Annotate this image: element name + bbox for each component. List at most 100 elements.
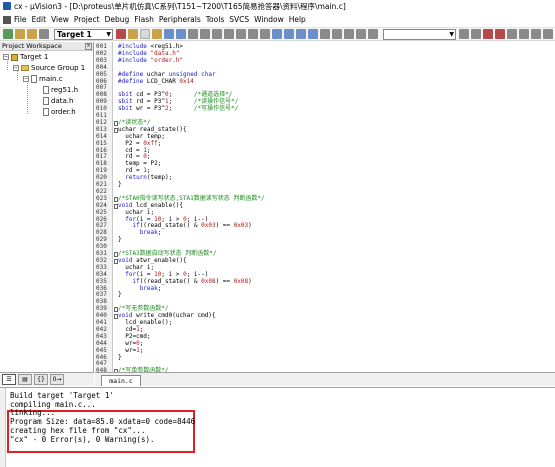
rebuild-icon[interactable] [27,29,37,39]
app-icon [3,2,11,10]
code-line[interactable]: 044 wr=0; [95,340,555,348]
next-bookmark-icon[interactable] [296,29,307,39]
close-icon[interactable]: × [85,42,92,50]
code-line[interactable]: 037} [95,291,555,299]
binoculars-icon[interactable] [459,29,469,39]
tree-item-label: data.h [51,97,74,105]
menu-debug[interactable]: Debug [105,15,130,24]
menu-peripherals[interactable]: Peripherals [159,15,201,24]
incremental-find-icon[interactable] [471,29,481,39]
functions-tab-icon[interactable]: {} [34,374,48,385]
code-line[interactable]: 014 uchar temp; [95,133,555,141]
tab-main-c[interactable]: main.c [101,375,141,386]
menu-tools[interactable]: Tools [206,15,224,24]
navigate-back-icon[interactable] [248,29,259,39]
code-line[interactable]: 011 [95,112,555,120]
tree-item-source-group[interactable]: − Source Group 1 [13,64,85,72]
menu-view[interactable]: View [51,15,69,24]
code-line[interactable]: 041 lcd_enable(); [95,319,555,327]
configure-icon[interactable] [543,29,553,39]
tree-item-label: Target 1 [20,53,49,61]
unindent-icon[interactable] [332,29,343,39]
code-editor[interactable]: 001 #include <reg51.h> 002 #include "data.h… [95,42,555,372]
comment-icon[interactable] [344,29,355,39]
tree-item-main-c[interactable]: − main.c [23,75,63,83]
code-line[interactable]: 015 P2 = 0xff; [95,140,555,148]
save-all-icon[interactable] [176,29,187,39]
tree-item-label: reg51.h [51,86,79,94]
menu-project[interactable]: Project [74,15,100,24]
menu-edit[interactable]: Edit [32,15,47,24]
menu-flash[interactable]: Flash [134,15,154,24]
books-tab-icon[interactable]: ▤ [18,374,32,385]
window-layout-icon[interactable] [531,29,541,39]
code-line[interactable]: 016 cd = 1; [95,147,555,155]
tree-item-label: Source Group 1 [31,64,86,72]
disable-breakpoint-icon[interactable] [507,29,517,39]
load-icon[interactable] [39,29,49,39]
cut-icon[interactable] [188,29,199,39]
code-line[interactable]: 035 if((read_state() & 0x08) == 0x08) [95,278,555,286]
target-select-value: Target 1 [57,29,92,39]
clear-bookmarks-icon[interactable] [308,29,319,39]
menu-file[interactable]: File [14,15,27,24]
code-line[interactable]: 020 return(temp); [95,174,555,182]
redo-icon[interactable] [236,29,247,39]
translate-icon[interactable] [3,29,13,39]
code-line[interactable]: 003 #include "order.h" [95,57,555,65]
code-line[interactable]: 010 sbit wr = P3^2; /*写操作信号*/ [95,105,555,113]
tree-item-reg51-h[interactable]: reg51.h [43,86,78,94]
target-options-icon[interactable] [116,29,127,39]
tree-item-label: main.c [39,75,63,83]
tree-item-label: order.h [51,108,76,116]
collapse-icon[interactable]: − [23,76,29,82]
find-input[interactable]: ▼ [383,28,456,40]
kill-breakpoints-icon[interactable] [519,29,529,39]
breakpoint-icon[interactable] [495,29,505,39]
document-icon[interactable] [3,15,11,24]
target-select[interactable]: Target 1 ▼ [54,28,114,40]
tree-item-order-h[interactable]: order.h [43,108,76,116]
collapse-icon[interactable]: − [13,65,19,71]
navigate-forward-icon[interactable] [260,29,271,39]
tree-item-data-h[interactable]: data.h [43,97,73,105]
code-line[interactable]: 017 rd = 0; [95,153,555,161]
code-line[interactable]: 006 #define LCD_CHAR 0x14 [95,78,555,86]
paste-icon[interactable] [212,29,223,39]
code-line[interactable]: 028 break; [95,229,555,237]
code-text: sbit wr = P3^2; /*写操作信号*/ [118,105,239,113]
code-line[interactable]: 036 break; [95,285,555,293]
bookmark-icon[interactable] [272,29,283,39]
files-tab-icon[interactable]: ☰ [2,374,16,385]
copy-icon[interactable] [200,29,211,39]
collapse-icon[interactable]: − [3,54,9,60]
new-file-icon[interactable] [140,29,151,39]
code-line[interactable]: 027 if((read_state() & 0x03) == 0x03) [95,222,555,230]
templates-tab-icon[interactable]: 0→ [50,374,64,385]
undo-icon[interactable] [224,29,235,39]
code-line[interactable]: 029} [95,236,555,244]
code-line[interactable]: 043 P2=cmd; [95,333,555,341]
manage-components-icon[interactable] [128,29,139,39]
uncomment-icon[interactable] [356,29,367,39]
open-file-icon[interactable] [152,29,163,39]
indent-icon[interactable] [320,29,331,39]
code-line[interactable]: 045 wr=1; [95,347,555,355]
code-line[interactable]: 018 temp = P2; [95,160,555,168]
save-icon[interactable] [164,29,175,39]
file-icon [31,75,37,83]
menu-help[interactable]: Help [289,15,306,24]
chevron-down-icon: ▼ [106,30,112,38]
menu-window[interactable]: Window [254,15,284,24]
find-in-files-icon[interactable] [368,29,379,39]
build-icon[interactable] [15,29,25,39]
code-line[interactable]: 042 cd=1; [95,326,555,334]
debug-session-icon[interactable] [483,29,493,39]
code-line[interactable]: 032 void atwr_enable(){ [95,257,555,265]
code-line[interactable]: 046} [95,354,555,362]
code-line[interactable]: 021} [95,181,555,189]
menu-svcs[interactable]: SVCS [229,15,249,24]
prev-bookmark-icon[interactable] [284,29,295,39]
tree-item-target[interactable]: − Target 1 [3,53,48,61]
code-line[interactable]: 024 void lcd_enable(){ [95,202,555,210]
